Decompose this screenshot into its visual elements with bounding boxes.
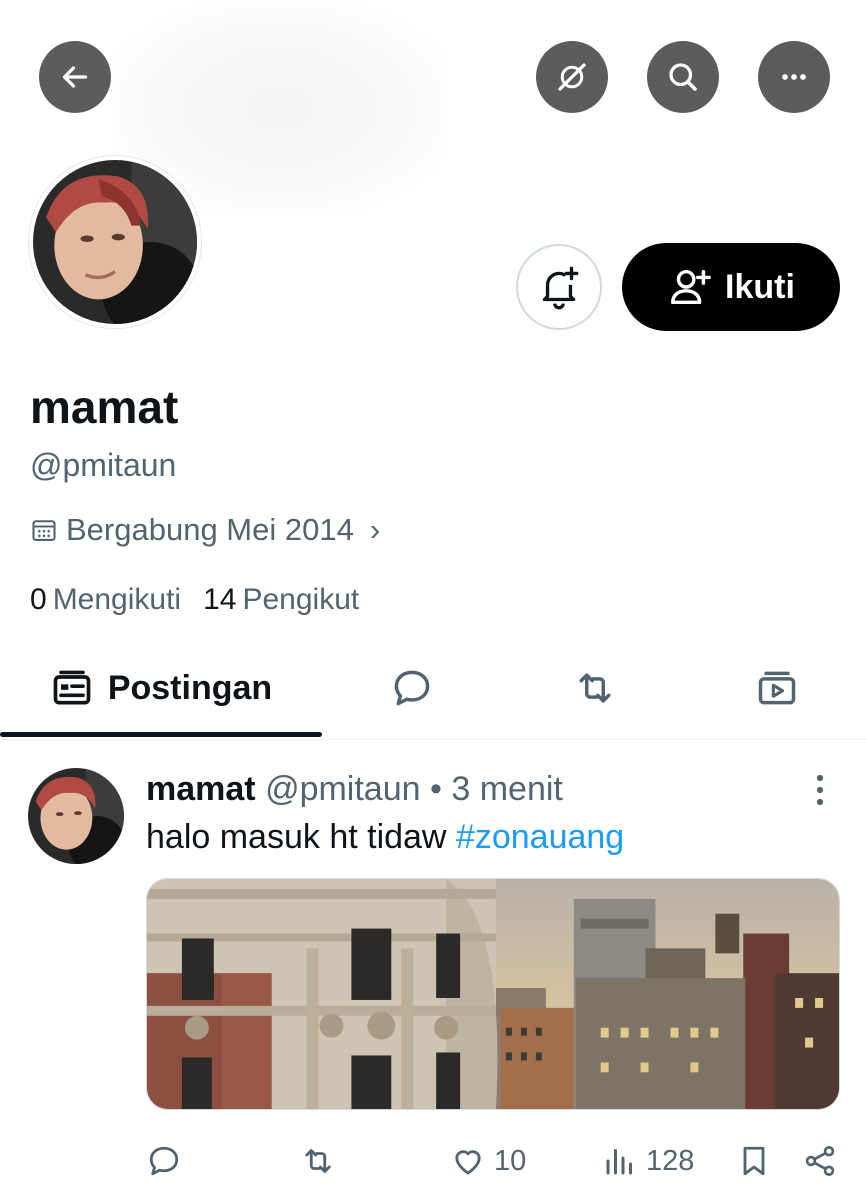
- share-button[interactable]: [802, 1136, 838, 1186]
- post-avatar[interactable]: [28, 768, 124, 864]
- post-actions: 10 128: [0, 1136, 866, 1186]
- post-text: halo masuk ht tidaw #zonauang: [146, 818, 624, 857]
- chevron-right-icon: ›: [369, 512, 381, 547]
- reply-icon: [394, 670, 430, 706]
- grok-icon: [558, 63, 586, 91]
- city-buildings-photo: [147, 879, 839, 1109]
- view-count: 128: [646, 1144, 695, 1177]
- like-button[interactable]: 10: [450, 1136, 526, 1186]
- back-button[interactable]: [39, 41, 111, 113]
- profile-display-name: mamat: [30, 381, 179, 433]
- avatar-photo: [33, 160, 197, 324]
- post-author-name[interactable]: mamat: [146, 770, 256, 808]
- avatar-photo: [28, 768, 124, 864]
- followers-count: 14: [203, 583, 237, 616]
- media-icon: [758, 671, 796, 705]
- follow-stats: 0 Mengikuti 14 Pengikut: [30, 583, 359, 617]
- post-author-handle[interactable]: @pmitaun: [265, 770, 420, 808]
- post-image[interactable]: [146, 878, 840, 1110]
- post-body: halo masuk ht tidaw: [146, 818, 456, 856]
- user-plus-icon: [671, 269, 711, 305]
- arrow-left-icon: [62, 66, 88, 88]
- post-hashtag[interactable]: #zonauang: [456, 818, 624, 856]
- profile-avatar[interactable]: [29, 156, 201, 328]
- repost-icon: [579, 673, 611, 703]
- following-count: 0: [30, 583, 47, 616]
- calendar-icon: [32, 520, 56, 541]
- search-icon: [669, 63, 697, 91]
- reply-button[interactable]: [146, 1136, 182, 1186]
- repost-button[interactable]: [300, 1136, 336, 1186]
- more-horizontal-icon: [782, 74, 806, 80]
- bookmark-icon: [743, 1146, 765, 1176]
- post-separator: •: [430, 770, 442, 808]
- following-link[interactable]: 0 Mengikuti: [30, 583, 181, 617]
- tab-media[interactable]: [688, 640, 866, 736]
- tab-selected-indicator: [0, 732, 322, 737]
- tab-replies[interactable]: [322, 640, 502, 736]
- posts-icon: [53, 670, 91, 705]
- views-icon: [606, 1149, 632, 1175]
- more-button[interactable]: [758, 41, 830, 113]
- follow-button-label: Ikuti: [725, 267, 795, 306]
- notify-button[interactable]: [516, 244, 602, 330]
- post-item[interactable]: mamat @pmitaun • 3 menit halo masuk ht t…: [0, 742, 866, 1200]
- grok-button[interactable]: [536, 41, 608, 113]
- bell-plus-icon: [542, 266, 579, 310]
- profile-tabs: Postingan: [0, 640, 866, 740]
- repost-icon: [305, 1149, 331, 1173]
- tab-posts[interactable]: Postingan: [0, 640, 322, 736]
- bookmark-button[interactable]: [736, 1136, 772, 1186]
- like-count: 10: [494, 1144, 527, 1177]
- joined-date-row[interactable]: Bergabung Mei 2014 ›: [30, 512, 380, 548]
- post-timestamp: 3 menit: [451, 770, 563, 808]
- reply-icon: [149, 1146, 179, 1176]
- profile-handle: @pmitaun: [30, 447, 177, 483]
- share-icon: [805, 1146, 835, 1176]
- follow-button[interactable]: Ikuti: [622, 243, 840, 331]
- heart-icon: [455, 1150, 481, 1175]
- following-label: Mengikuti: [52, 583, 182, 616]
- tab-reposts[interactable]: [502, 640, 688, 736]
- post-header: mamat @pmitaun • 3 menit: [146, 770, 563, 809]
- tab-posts-label: Postingan: [107, 668, 273, 707]
- followers-label: Pengikut: [242, 583, 360, 616]
- joined-date-text: Bergabung Mei 2014: [66, 512, 354, 547]
- followers-link[interactable]: 14 Pengikut: [203, 583, 359, 617]
- views-button[interactable]: 128: [602, 1136, 694, 1186]
- more-vertical-icon[interactable]: [806, 772, 834, 808]
- search-button[interactable]: [647, 41, 719, 113]
